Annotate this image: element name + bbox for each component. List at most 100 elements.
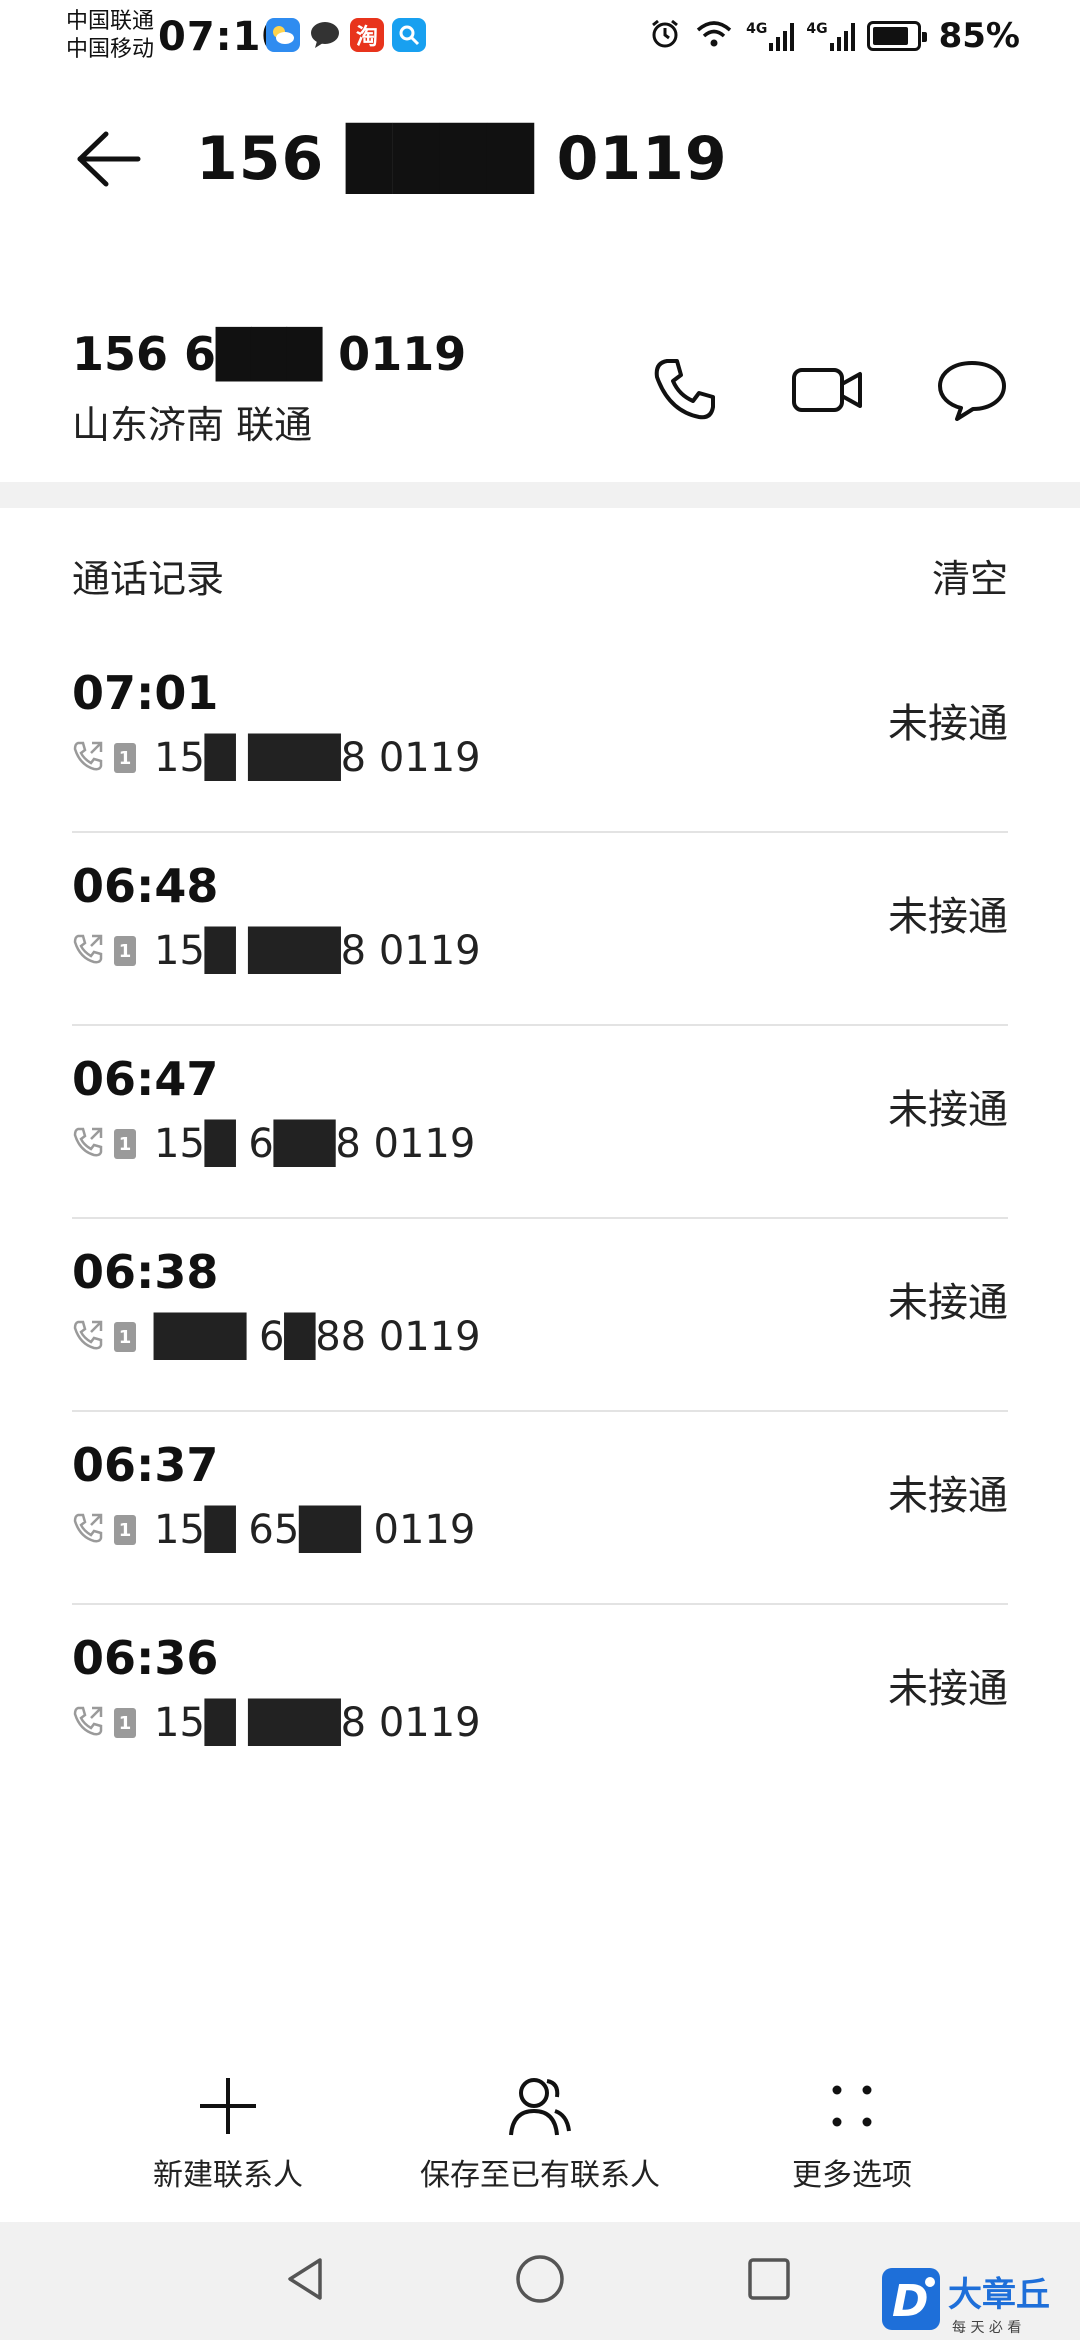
call-number: 15█ ███8 0119 [154, 928, 481, 974]
message-button[interactable] [932, 350, 1012, 430]
carrier-1: 中国联通 [66, 9, 155, 34]
contacts-icon [504, 2070, 576, 2142]
home-circle-icon [516, 2255, 564, 2303]
wifi-icon [694, 18, 734, 54]
outgoing-call-icon [72, 1319, 104, 1355]
page-title: 156 ████ 0119 [196, 124, 728, 194]
battery-icon [866, 21, 927, 51]
outgoing-call-icon [72, 1512, 104, 1548]
call-log-row[interactable]: 06:47 1 15█ 6██8 0119 未接通 [72, 1026, 1008, 1219]
outgoing-call-icon [72, 1126, 104, 1162]
call-meta: 1 ███ 6█88 0119 [72, 1313, 481, 1361]
call-time: 06:38 [72, 1245, 219, 1299]
status-indicators: 4G 4G 85% [648, 16, 1020, 56]
sim-card-icon: 1 [114, 1322, 136, 1352]
more-options-label: 更多选项 [792, 2158, 912, 2193]
battery-level-fill [872, 27, 909, 45]
alarm-icon [648, 17, 682, 55]
call-number: 15█ 6██8 0119 [154, 1121, 476, 1167]
battery-percent: 85% [938, 16, 1020, 56]
plus-icon [192, 2070, 264, 2142]
call-meta: 1 15█ ███8 0119 [72, 927, 481, 975]
call-meta: 1 15█ 65██ 0119 [72, 1506, 475, 1554]
search-app-icon [392, 18, 426, 52]
network-type-1: 4G [746, 21, 768, 37]
more-dots-icon [816, 2070, 888, 2142]
call-time: 06:37 [72, 1438, 219, 1492]
cell-signal-1-icon: 4G [746, 21, 795, 51]
call-meta: 1 15█ ███8 0119 [72, 1699, 481, 1747]
contact-number: 156 6███ 0119 [72, 327, 467, 381]
sim-label: 1 [118, 940, 132, 962]
sim-card-icon: 1 [114, 1708, 136, 1738]
call-status: 未接通 [888, 894, 1008, 940]
nav-home-button[interactable] [505, 2244, 575, 2314]
sim-label: 1 [118, 1133, 132, 1155]
carrier-labels: 中国联通 中国移动 [66, 8, 154, 64]
sim-label: 1 [118, 1712, 132, 1734]
svg-text:D: D [892, 2276, 929, 2327]
watermark-tagline: 每 天 必 看 [952, 2320, 1021, 2336]
nav-recents-button[interactable] [734, 2244, 804, 2314]
call-time: 06:36 [72, 1631, 219, 1685]
message-icon [938, 361, 1006, 421]
back-triangle-icon [288, 2258, 322, 2300]
call-time: 06:48 [72, 859, 219, 913]
call-meta: 1 15█ ███8 0119 [72, 734, 481, 782]
call-log-title: 通话记录 [72, 557, 225, 601]
sim-card-icon: 1 [114, 936, 136, 966]
save-to-existing-label: 保存至已有联系人 [420, 2158, 660, 2193]
bottom-action-bar: 新建联系人 保存至已有联系人 更多选项 [0, 2070, 1080, 2220]
clear-call-log-button[interactable]: 清空 [932, 556, 1008, 602]
sim-label: 1 [118, 1326, 132, 1348]
call-meta: 1 15█ 6██8 0119 [72, 1120, 475, 1168]
sim-label: 1 [118, 747, 132, 769]
call-log-row[interactable]: 06:38 1 ███ 6█88 0119 未接通 [72, 1219, 1008, 1412]
outgoing-call-icon [72, 1705, 104, 1741]
back-arrow-icon [77, 131, 141, 187]
call-number: 15█ ███8 0119 [154, 735, 481, 781]
app-header: 156 ████ 0119 [0, 100, 1080, 220]
outgoing-call-icon [72, 933, 104, 969]
nav-back-button[interactable] [272, 2244, 342, 2314]
chat-bubble-icon [308, 18, 342, 52]
call-number: 15█ ███8 0119 [154, 1700, 481, 1746]
section-divider [0, 482, 1080, 508]
contact-info: 156 6███ 0119 山东济南 联通 [0, 310, 1080, 480]
network-type-2: 4G [806, 21, 828, 37]
call-time: 06:47 [72, 1052, 219, 1106]
call-log-row[interactable]: 06:37 1 15█ 65██ 0119 未接通 [72, 1412, 1008, 1605]
watermark-brand: 大章丘 [948, 2275, 1050, 2315]
watermark-logo: D 大章丘 每 天 必 看 [880, 2262, 1080, 2340]
save-to-existing-contact-button[interactable]: 保存至已有联系人 [410, 2070, 670, 2220]
sim-card-icon: 1 [114, 1515, 136, 1545]
call-number: 15█ 65██ 0119 [154, 1507, 476, 1553]
new-contact-button[interactable]: 新建联系人 [98, 2070, 358, 2220]
contact-location: 山东济南 联通 [72, 403, 313, 447]
cell-signal-2-icon: 4G [806, 21, 855, 51]
call-status: 未接通 [888, 701, 1008, 747]
call-log-row[interactable]: 06:48 1 15█ ███8 0119 未接通 [72, 833, 1008, 1026]
weather-icon [266, 18, 300, 52]
video-call-icon [792, 368, 862, 412]
outgoing-call-icon [72, 740, 104, 776]
call-log-list: 07:01 1 15█ ███8 0119 未接通 06:48 1 15█ ██… [72, 640, 1008, 1798]
recents-square-icon [748, 2258, 790, 2300]
phone-icon [654, 359, 715, 420]
call-status: 未接通 [888, 1666, 1008, 1712]
notification-icons: 淘 [266, 18, 426, 52]
more-options-button[interactable]: 更多选项 [722, 2070, 982, 2220]
call-time: 07:01 [72, 666, 219, 720]
call-status: 未接通 [888, 1087, 1008, 1133]
video-call-button[interactable] [788, 350, 868, 430]
sim-card-icon: 1 [114, 743, 136, 773]
call-status: 未接通 [888, 1280, 1008, 1326]
call-log-row[interactable]: 07:01 1 15█ ███8 0119 未接通 [72, 640, 1008, 833]
call-number: ███ 6█88 0119 [154, 1314, 481, 1360]
call-log-row[interactable]: 06:36 1 15█ ███8 0119 未接通 [72, 1605, 1008, 1798]
call-status: 未接通 [888, 1473, 1008, 1519]
back-button[interactable] [72, 124, 142, 194]
call-button[interactable] [644, 350, 724, 430]
carrier-2: 中国移动 [66, 37, 155, 62]
sim-card-icon: 1 [114, 1129, 136, 1159]
